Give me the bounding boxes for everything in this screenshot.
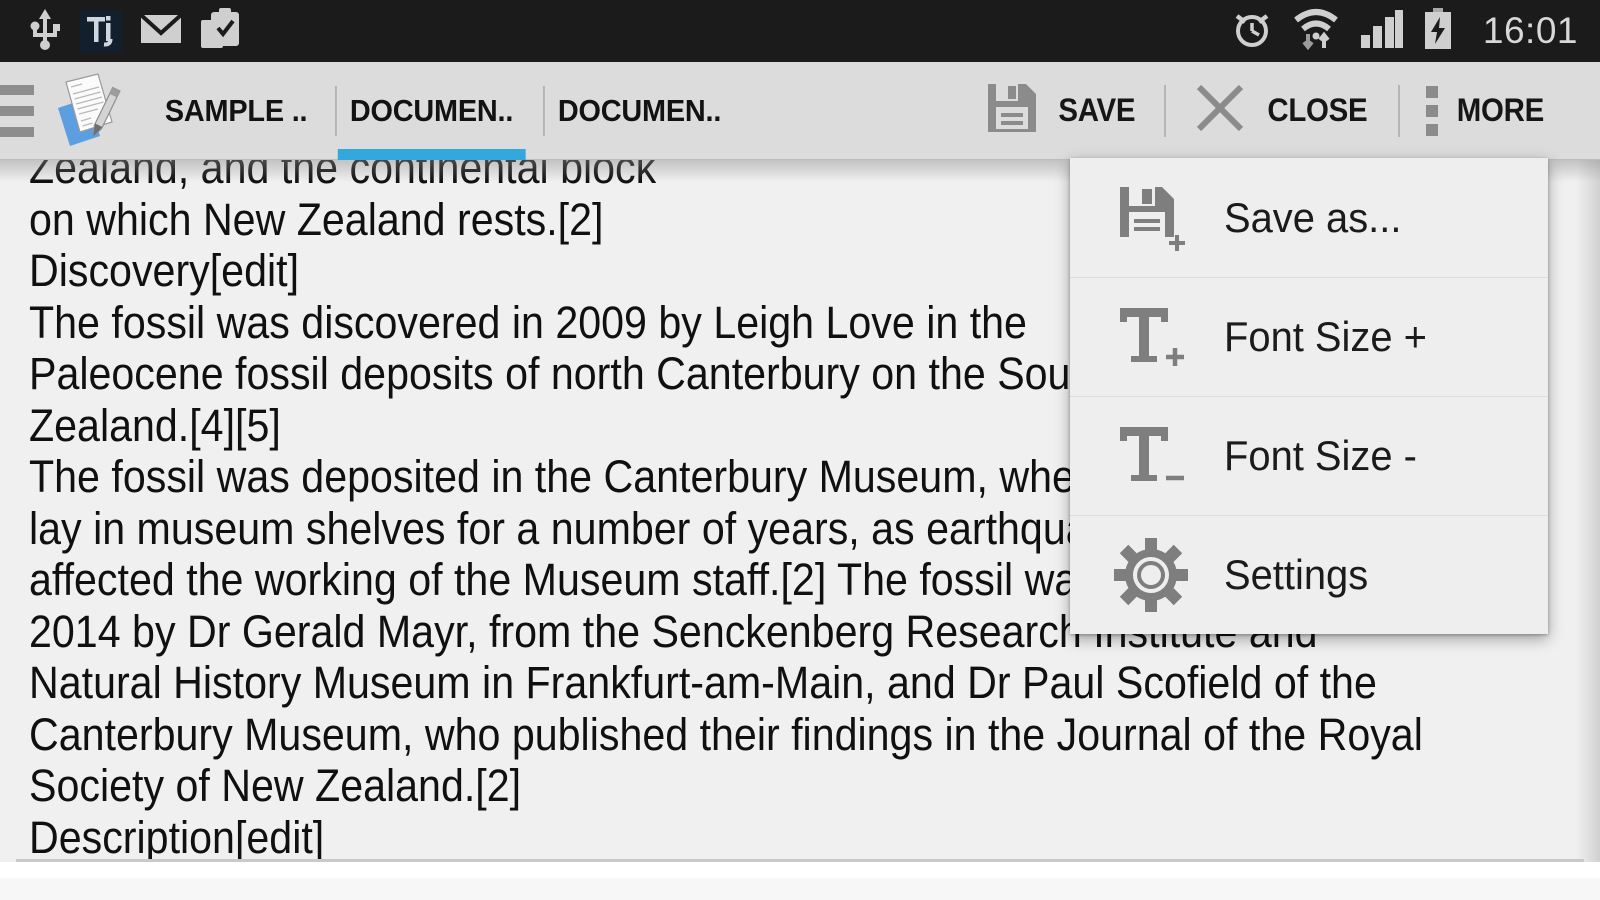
- tab-label: DOCUMEN..: [557, 92, 721, 128]
- menu-item-label: Save as...: [1224, 193, 1402, 241]
- text-editor-notification-icon: [80, 10, 122, 52]
- more-button-label: MORE: [1456, 92, 1545, 128]
- overflow-dot: [1426, 123, 1439, 136]
- menu-item-font-size-decrease[interactable]: Font Size -: [1070, 396, 1548, 515]
- close-button[interactable]: CLOSE: [1166, 62, 1398, 160]
- floppy-disk-icon: [984, 80, 1040, 141]
- menu-item-settings[interactable]: Settings: [1070, 515, 1548, 634]
- document-with-pen-icon: [44, 70, 126, 152]
- status-bar-clock: 16:01: [1482, 10, 1578, 51]
- hamburger-bar: [0, 126, 34, 137]
- menu-item-label: Font Size +: [1224, 313, 1427, 360]
- close-button-label: CLOSE: [1267, 92, 1368, 128]
- menu-item-label: Settings: [1224, 551, 1369, 598]
- save-as-icon: [1112, 179, 1190, 257]
- usb-icon: [28, 8, 62, 55]
- menu-item-save-as[interactable]: Save as...: [1070, 158, 1548, 277]
- tab-bar: SAMPLE .. DOCUMEN.. DOCUMEN..: [150, 62, 750, 160]
- font-size-decrease-icon: [1112, 417, 1190, 495]
- battery-charging-icon: [1423, 7, 1453, 55]
- close-x-icon: [1192, 80, 1248, 141]
- editor-bottom-mask: [0, 862, 1600, 878]
- hamburger-bar: [0, 84, 34, 95]
- status-bar: 16:01: [0, 0, 1600, 62]
- action-buttons: SAVE CLOSE MORE: [958, 62, 1600, 160]
- gear-icon: [1112, 536, 1190, 614]
- overflow-dot: [1426, 85, 1439, 98]
- tab-label: SAMPLE ..: [164, 92, 308, 128]
- overflow-dot: [1426, 104, 1439, 117]
- save-button[interactable]: SAVE: [958, 62, 1165, 160]
- tab-label: DOCUMEN..: [350, 92, 514, 128]
- tab-document-2[interactable]: DOCUMEN..: [542, 62, 736, 160]
- hamburger-icon[interactable]: [0, 62, 40, 160]
- tab-active-indicator: [338, 148, 526, 160]
- overflow-dots-icon: [1426, 85, 1439, 136]
- cellular-signal-icon: [1359, 9, 1403, 54]
- action-bar: SAMPLE .. DOCUMEN.. DOCUMEN.. SAVE CLOSE…: [0, 62, 1600, 160]
- android-screen: 16:01 SAMPLE .. DOCUMEN.. DOCUMEN.. SAVE…: [0, 0, 1600, 900]
- wifi-icon: [1293, 8, 1339, 55]
- clipboard-check-icon: [200, 7, 242, 55]
- menu-item-font-size-increase[interactable]: Font Size +: [1070, 277, 1548, 396]
- status-bar-left-icons: [28, 7, 242, 55]
- email-icon: [139, 13, 183, 50]
- tab-document-1[interactable]: DOCUMEN..: [335, 62, 528, 160]
- tab-sample[interactable]: SAMPLE ..: [150, 62, 322, 160]
- save-button-label: SAVE: [1058, 92, 1136, 128]
- more-button[interactable]: MORE: [1400, 62, 1574, 160]
- hamburger-bar: [0, 105, 34, 116]
- menu-item-label: Font Size -: [1224, 432, 1417, 479]
- font-size-increase-icon: [1112, 298, 1190, 376]
- status-bar-right-icons: 16:01: [1231, 7, 1578, 55]
- overflow-menu-popup: Save as... Font Size + Font Size - Setti…: [1070, 158, 1548, 634]
- alarm-clock-icon: [1231, 8, 1273, 55]
